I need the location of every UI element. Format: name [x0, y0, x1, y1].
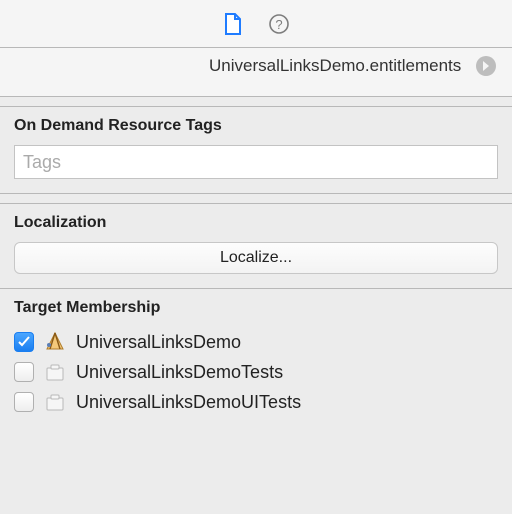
file-inspector-tab[interactable] [222, 13, 244, 35]
inspector-tab-bar: ? [0, 0, 512, 48]
target-checkbox[interactable] [14, 332, 34, 352]
target-row: UniversalLinksDemoTests [14, 357, 498, 387]
file-name-label: UniversalLinksDemo.entitlements [209, 55, 466, 76]
svg-text:?: ? [275, 17, 282, 32]
bundle-icon [44, 391, 66, 413]
target-checkbox[interactable] [14, 362, 34, 382]
tags-input[interactable] [14, 145, 498, 179]
target-label: UniversalLinksDemoUITests [76, 392, 301, 413]
help-inspector-tab[interactable]: ? [268, 13, 290, 35]
target-label: UniversalLinksDemoTests [76, 362, 283, 383]
localization-header: Localization [14, 214, 498, 232]
target-checkbox[interactable] [14, 392, 34, 412]
resource-tags-header: On Demand Resource Tags [14, 117, 498, 135]
target-row: UniversalLinksDemo [14, 327, 498, 357]
target-membership-section: Target Membership UniversalLinksDemo Uni… [0, 289, 512, 423]
bundle-icon [44, 361, 66, 383]
target-row: UniversalLinksDemoUITests [14, 387, 498, 417]
resource-tags-section: On Demand Resource Tags [0, 107, 512, 194]
app-icon [44, 331, 66, 353]
localize-button[interactable]: Localize... [14, 242, 498, 274]
target-label: UniversalLinksDemo [76, 332, 241, 353]
target-membership-header: Target Membership [14, 299, 498, 317]
identity-file-row: UniversalLinksDemo.entitlements [0, 48, 512, 97]
reveal-arrow-icon[interactable] [474, 54, 498, 78]
localization-section: Localization Localize... [0, 204, 512, 289]
